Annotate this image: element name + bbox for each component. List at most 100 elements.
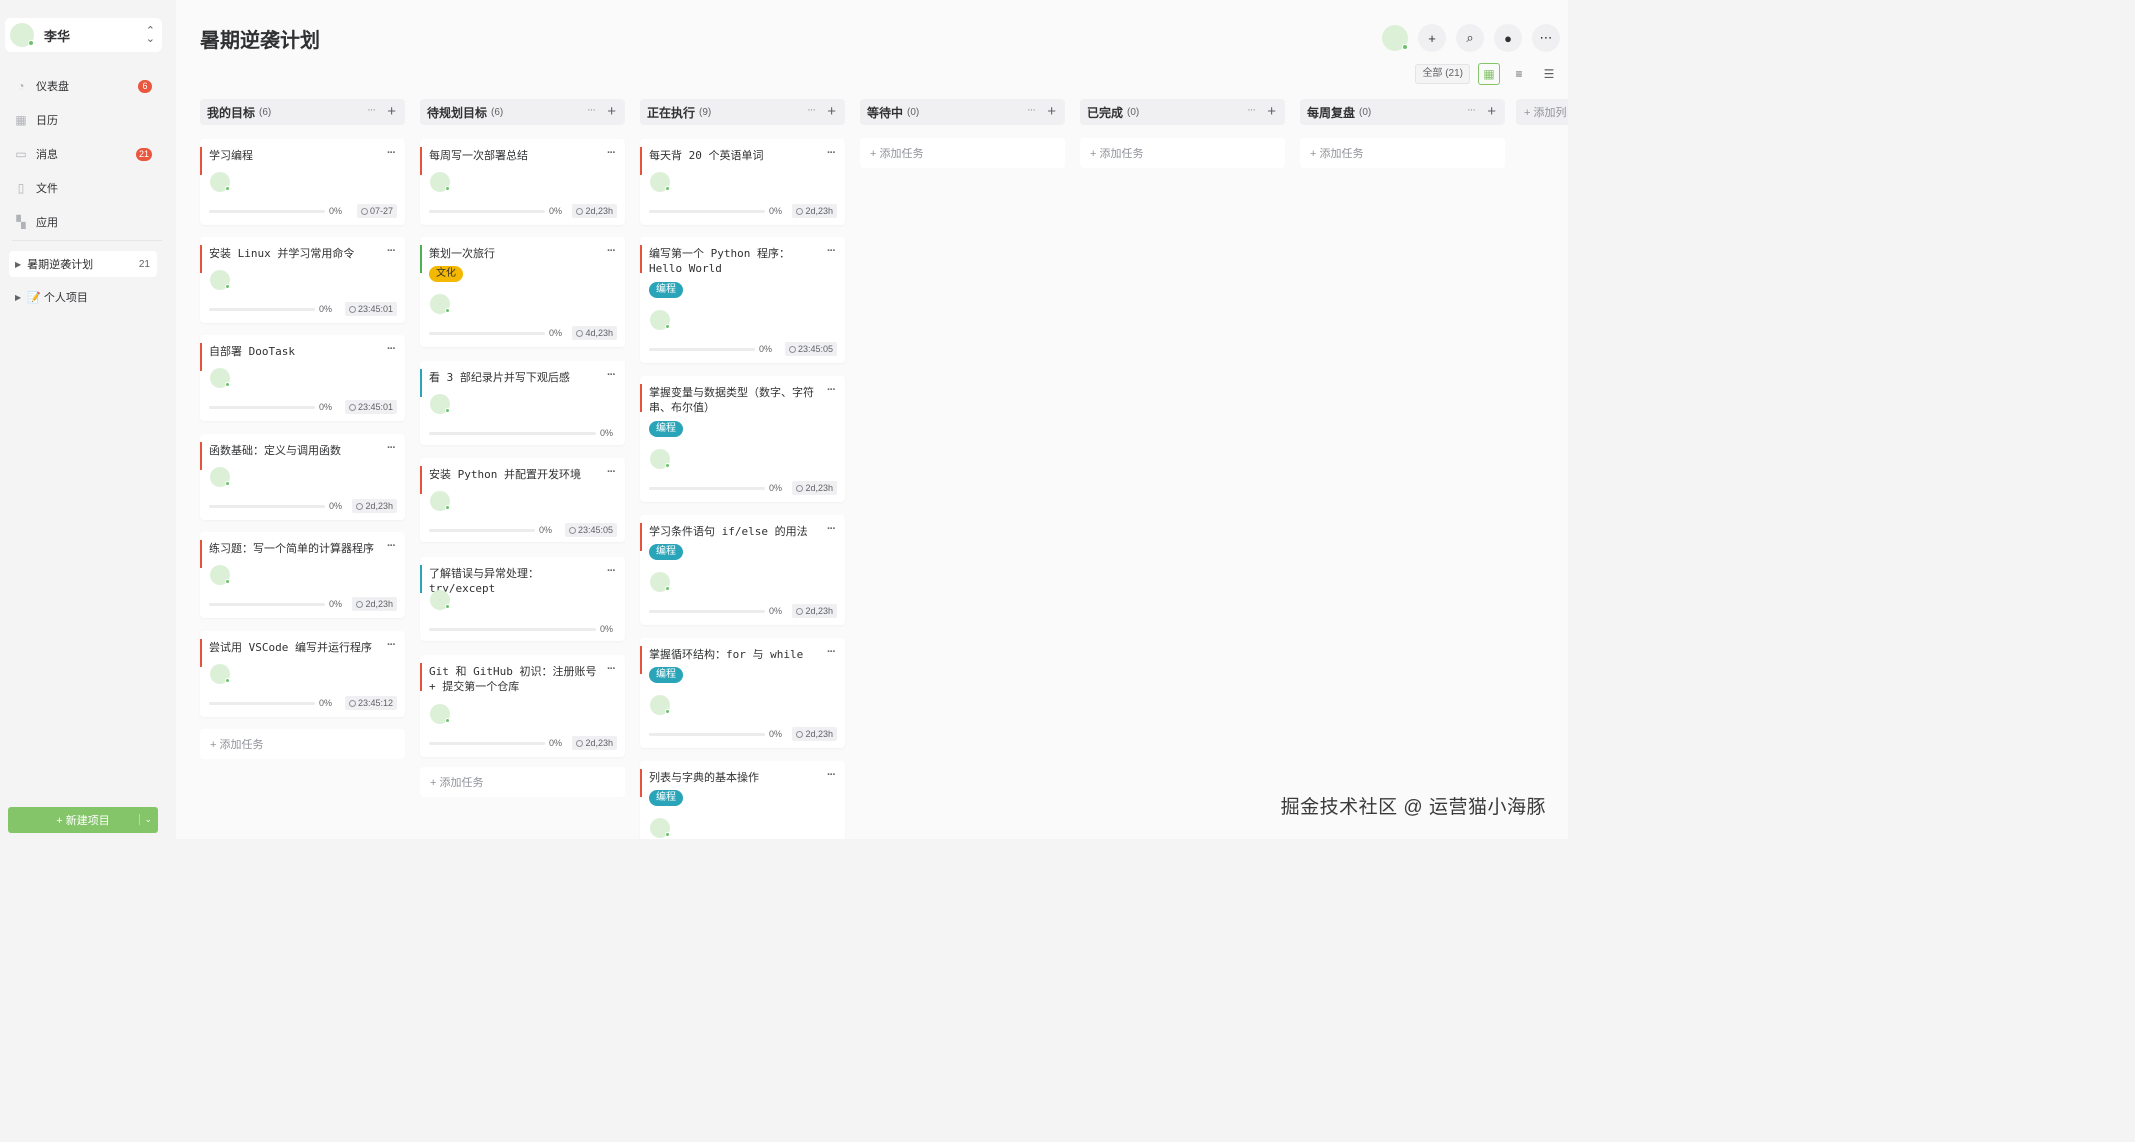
assignee-avatar[interactable] xyxy=(210,467,230,487)
list-view-icon[interactable]: ≡ xyxy=(1508,63,1530,85)
assignee-avatar[interactable] xyxy=(650,310,670,330)
task-more-icon[interactable]: ··· xyxy=(827,769,836,781)
nav-item-dashboard[interactable]: ◔ 仪表盘 6 xyxy=(14,76,158,96)
clock-icon xyxy=(356,502,364,510)
task-card[interactable]: 安装 Python 并配置开发环境 ··· 0% 23:45:05 xyxy=(420,458,625,542)
assignee-avatar[interactable] xyxy=(430,294,450,314)
task-more-icon[interactable]: ··· xyxy=(607,147,616,159)
add-task-button[interactable]: + 添加任务 xyxy=(1080,138,1285,168)
column-more-icon[interactable]: ··· xyxy=(807,104,816,116)
due-time-badge: 2d,23h xyxy=(792,604,837,618)
task-card[interactable]: 策划一次旅行 ··· 文化 0% 4d,23h xyxy=(420,237,625,347)
task-more-icon[interactable]: ··· xyxy=(387,639,396,651)
add-column-button[interactable]: + 添加列 xyxy=(1516,99,1568,125)
search-icon[interactable]: ⌕ xyxy=(1456,24,1484,52)
project-item-summer-plan[interactable]: ▶ 暑期逆袭计划 21 xyxy=(9,251,157,277)
online-status-icon xyxy=(225,481,230,486)
task-card[interactable]: 安装 Linux 并学习常用命令 ··· 0% 23:45:01 xyxy=(200,237,405,323)
column-more-icon[interactable]: ··· xyxy=(1027,104,1036,116)
assignee-avatar[interactable] xyxy=(650,572,670,592)
column-add-icon[interactable]: + xyxy=(1267,103,1276,120)
task-card[interactable]: 掌握变量与数据类型（数字、字符串、布尔值） ··· 编程 0% 2d,23h xyxy=(640,376,845,502)
assignee-avatar[interactable] xyxy=(430,491,450,511)
chevron-down-icon[interactable]: ⌄ xyxy=(139,814,152,825)
task-more-icon[interactable]: ··· xyxy=(827,245,836,257)
more-icon[interactable]: ⋯ xyxy=(1532,24,1560,52)
task-more-icon[interactable]: ··· xyxy=(387,540,396,552)
task-more-icon[interactable]: ··· xyxy=(827,646,836,658)
task-more-icon[interactable]: ··· xyxy=(607,565,616,577)
progress-percent: 0% xyxy=(600,428,614,438)
add-icon[interactable]: + xyxy=(1418,24,1446,52)
assignee-avatar[interactable] xyxy=(210,565,230,585)
task-card[interactable]: 练习题：写一个简单的计算器程序 ··· 0% 2d,23h xyxy=(200,532,405,618)
task-card[interactable]: 函数基础：定义与调用函数 ··· 0% 2d,23h xyxy=(200,434,405,520)
task-card[interactable]: 学习条件语句 if/else 的用法 ··· 编程 0% 2d,23h xyxy=(640,515,845,625)
task-more-icon[interactable]: ··· xyxy=(607,663,616,675)
column-add-icon[interactable]: + xyxy=(387,103,396,120)
task-more-icon[interactable]: ··· xyxy=(607,245,616,257)
add-task-button[interactable]: + 添加任务 xyxy=(420,767,625,797)
task-card[interactable]: 学习编程 ··· 0% 07-27 xyxy=(200,139,405,225)
assignee-avatar[interactable] xyxy=(650,449,670,469)
chat-icon[interactable]: ● xyxy=(1494,24,1522,52)
assignee-avatar[interactable] xyxy=(210,172,230,192)
column-more-icon[interactable]: ··· xyxy=(1467,104,1476,116)
task-more-icon[interactable]: ··· xyxy=(607,369,616,381)
task-more-icon[interactable]: ··· xyxy=(827,147,836,159)
task-more-icon[interactable]: ··· xyxy=(387,245,396,257)
online-status-icon xyxy=(445,408,450,413)
task-card[interactable]: 每天背 20 个英语单词 ··· 0% 2d,23h xyxy=(640,139,845,225)
assignee-avatar[interactable] xyxy=(210,664,230,684)
nav-item-calendar[interactable]: ▦ 日历 xyxy=(14,110,158,130)
new-project-button[interactable]: + 新建项目 ⌄ xyxy=(8,807,158,833)
priority-bar xyxy=(200,245,202,273)
task-more-icon[interactable]: ··· xyxy=(827,384,836,396)
task-card[interactable]: 掌握循环结构：for 与 while ··· 编程 0% 2d,23h xyxy=(640,638,845,748)
task-card[interactable]: 了解错误与异常处理：try/except ··· 0% xyxy=(420,557,625,641)
column-add-icon[interactable]: + xyxy=(1487,103,1496,120)
task-more-icon[interactable]: ··· xyxy=(387,442,396,454)
add-task-button[interactable]: + 添加任务 xyxy=(200,729,405,759)
due-time-text: 23:45:01 xyxy=(357,402,393,412)
task-card[interactable]: 每周写一次部署总结 ··· 0% 2d,23h xyxy=(420,139,625,225)
assignee-avatar[interactable] xyxy=(650,818,670,838)
assignee-avatar[interactable] xyxy=(210,270,230,290)
gantt-view-icon[interactable]: ☰ xyxy=(1538,63,1560,85)
column-add-icon[interactable]: + xyxy=(827,103,836,120)
column-more-icon[interactable]: ··· xyxy=(1247,104,1256,116)
user-switcher[interactable]: 李华 ⌃ ⌄ xyxy=(5,18,162,52)
kanban-view-icon[interactable]: ▦ xyxy=(1478,63,1500,85)
task-more-icon[interactable]: ··· xyxy=(387,343,396,355)
column-add-icon[interactable]: + xyxy=(607,103,616,120)
column-more-icon[interactable]: ··· xyxy=(587,104,596,116)
task-card[interactable]: 编写第一个 Python 程序：Hello World ··· 编程 0% 23:45:… xyxy=(640,237,845,363)
assignee-avatar[interactable] xyxy=(650,695,670,715)
task-card[interactable]: 列表与字典的基本操作 ··· 编程 xyxy=(640,761,845,839)
add-task-button[interactable]: + 添加任务 xyxy=(860,138,1065,168)
progress-bar xyxy=(649,487,765,490)
assignee-avatar[interactable] xyxy=(430,172,450,192)
column-more-icon[interactable]: ··· xyxy=(367,104,376,116)
task-card[interactable]: 尝试用 VSCode 编写并运行程序 ··· 0% 23:45:12 xyxy=(200,631,405,717)
task-more-icon[interactable]: ··· xyxy=(607,466,616,478)
task-more-icon[interactable]: ··· xyxy=(387,147,396,159)
project-item-personal[interactable]: ▶ 📝 个人项目 xyxy=(9,284,157,310)
assignee-avatar[interactable] xyxy=(430,704,450,724)
nav-item-files[interactable]: ▯ 文件 xyxy=(14,178,158,198)
column-add-icon[interactable]: + xyxy=(1047,103,1056,120)
member-avatar[interactable] xyxy=(1382,25,1408,51)
task-card[interactable]: 自部署 DooTask ··· 0% 23:45:01 xyxy=(200,335,405,421)
assignee-avatar[interactable] xyxy=(650,172,670,192)
column-count: (6) xyxy=(259,106,272,118)
task-more-icon[interactable]: ··· xyxy=(827,523,836,535)
nav-item-messages[interactable]: ▭ 消息 21 xyxy=(14,144,158,164)
assignee-avatar[interactable] xyxy=(430,590,450,610)
task-card[interactable]: 看 3 部纪录片并写下观后感 ··· 0% xyxy=(420,361,625,445)
nav-item-apps[interactable]: ▚ 应用 xyxy=(14,212,158,232)
task-card[interactable]: Git 和 GitHub 初识：注册账号 + 提交第一个仓库 ··· 0% 2d,23… xyxy=(420,655,625,757)
add-task-button[interactable]: + 添加任务 xyxy=(1300,138,1505,168)
filter-all-button[interactable]: 全部 (21) xyxy=(1415,64,1470,84)
assignee-avatar[interactable] xyxy=(430,394,450,414)
assignee-avatar[interactable] xyxy=(210,368,230,388)
